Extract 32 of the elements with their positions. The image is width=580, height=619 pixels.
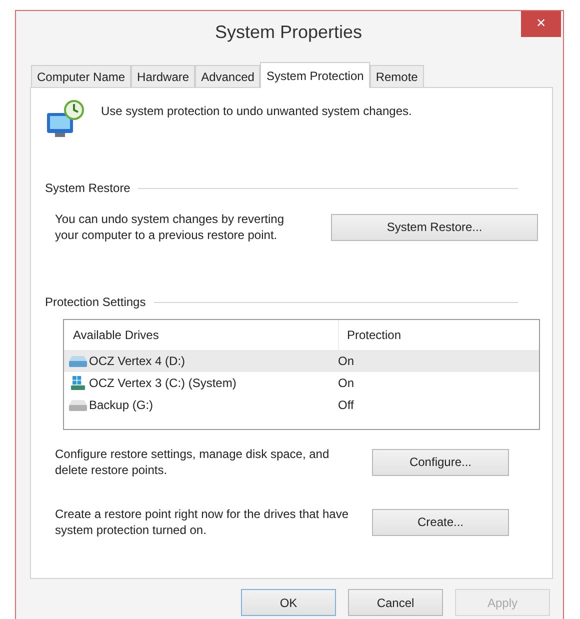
configure-button[interactable]: Configure... — [372, 448, 509, 476]
drive-icon — [68, 398, 88, 412]
protection-status: On — [338, 354, 356, 368]
description-text: Create a restore point right now for the drives that have system protection turned on. — [55, 506, 350, 538]
protection-status: On — [338, 376, 356, 390]
create-button[interactable]: Create... — [372, 508, 509, 536]
computer-restore-icon — [45, 99, 85, 139]
dialog-button[interactable]: Cancel — [348, 589, 443, 616]
window-title: System Properties — [214, 21, 364, 43]
tab[interactable]: Advanced — [195, 65, 260, 87]
system-restore-button[interactable]: System Restore... — [331, 214, 538, 240]
drive-row[interactable]: OCZ Vertex 3 (C:) (System) On — [64, 372, 539, 394]
protection-status: Off — [338, 398, 355, 412]
column-header[interactable]: Protection — [339, 328, 539, 342]
description-text: You can undo system changes by reverting your computer to a previous restore point. — [55, 211, 286, 243]
drive-name: OCZ Vertex 3 (C:) (System) — [89, 376, 236, 390]
drive-row[interactable]: Backup (G:) Off — [64, 394, 539, 416]
drive-name: OCZ Vertex 4 (D:) — [89, 354, 186, 368]
system-drive-icon — [68, 376, 88, 390]
tab[interactable]: Remote — [370, 65, 424, 87]
tab[interactable]: Hardware — [131, 65, 196, 87]
drive-row[interactable]: OCZ Vertex 4 (D:) On — [64, 350, 539, 372]
drive-icon — [68, 354, 88, 368]
dialog-button[interactable]: OK — [241, 589, 336, 616]
description-text: Use system protection to undo unwanted system changes. — [101, 103, 412, 118]
description-text: Configure restore settings, manage disk space, and delete restore points. — [55, 446, 330, 478]
tab[interactable]: Computer Name — [31, 65, 132, 87]
group-heading: Protection Settings — [45, 295, 146, 309]
drive-name: Backup (G:) — [89, 398, 154, 412]
close-button[interactable]: × — [521, 11, 561, 37]
tab[interactable]: System Protection — [260, 62, 370, 88]
group-heading: System Restore — [45, 181, 130, 195]
